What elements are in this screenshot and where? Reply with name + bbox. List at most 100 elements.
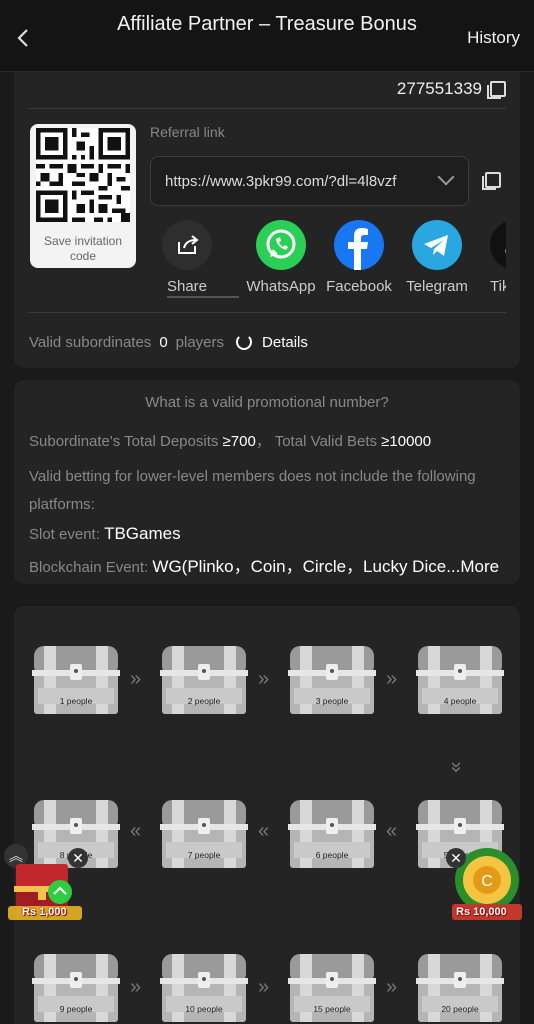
exclusion-line-2: platforms:: [29, 496, 95, 513]
save-invitation-code-button[interactable]: Save invitation code: [30, 124, 136, 268]
rules-title: What is a valid promotional number?: [145, 394, 389, 411]
valid-subordinates-count: 0: [159, 333, 168, 351]
qr-code-icon: [36, 128, 130, 222]
arrow-right-icon: »: [386, 668, 397, 690]
share-options: Share WhatsApp Facebook Telegram Tikt: [154, 218, 506, 302]
blockchain-event-label: Blockchain Event:: [29, 559, 149, 576]
chest-icon: [288, 800, 376, 868]
treasure-chest[interactable]: 6 people: [286, 796, 378, 872]
whatsapp-icon: [256, 220, 306, 270]
facebook-icon: [334, 220, 384, 270]
deposit-label: Subordinate's Total Deposits: [29, 433, 219, 450]
arrow-left-icon: «: [386, 820, 397, 842]
exclusion-line-1: Valid betting for lower-level members do…: [29, 468, 476, 485]
chest-label: 3 people: [315, 696, 349, 706]
chest-label: 2 people: [187, 696, 221, 706]
treasure-chest[interactable]: 9 people: [30, 950, 122, 1024]
share-icon: [162, 220, 212, 270]
chest-label: 20 people: [441, 1004, 479, 1014]
arrow-right-icon: »: [130, 976, 141, 998]
slot-event-line: Slot event: TBGames: [29, 524, 181, 544]
deposit-value: ≥700: [222, 433, 256, 450]
svg-text:C: C: [481, 873, 493, 890]
user-id-row: 277551339: [397, 76, 506, 102]
telegram-icon: [412, 220, 462, 270]
rules-card: What is a valid promotional number? Subo…: [14, 380, 520, 584]
treasure-chests-card: 1 people » 2 people » 3 people » 4 peopl…: [14, 606, 520, 1024]
slot-event-value: TBGames: [104, 524, 181, 543]
telegram-share-button[interactable]: Telegram: [398, 218, 476, 302]
divider: [28, 312, 506, 313]
copy-link-icon[interactable]: [482, 172, 501, 190]
arrow-right-icon: »: [258, 668, 269, 690]
chevron-down-icon: [437, 168, 455, 186]
page-title: Affiliate Partner – Treasure Bonus: [117, 13, 417, 35]
more-link[interactable]: ...More: [446, 557, 499, 576]
chest-label: 6 people: [315, 850, 349, 860]
bets-value: ≥10000: [381, 433, 432, 450]
blockchain-event-line: Blockchain Event: WG(Plinko，Coin，Circle，…: [29, 552, 499, 577]
chest-label: 10 people: [185, 1004, 223, 1014]
details-button[interactable]: Details: [236, 334, 308, 351]
share-label: Share: [166, 278, 208, 295]
tiktok-icon: [490, 220, 506, 270]
tiktok-label: Tikt: [490, 278, 506, 295]
arrow-down-icon: »: [445, 761, 468, 770]
chest-label: 4 people: [443, 696, 477, 706]
referral-link-value: https://www.3pkr99.com/?dl=4l8vzf: [165, 173, 397, 190]
invite-card: 277551339 Save invitation code Referral …: [14, 72, 520, 368]
facebook-share-button[interactable]: Facebook: [320, 218, 398, 302]
save-invitation-code-label: Save invitation code: [43, 234, 123, 263]
back-chevron-icon[interactable]: [12, 24, 36, 52]
chest-icon: [32, 646, 120, 714]
bets-label: Total Valid Bets: [274, 433, 377, 450]
treasure-chest[interactable]: 3 people: [286, 642, 378, 718]
refresh-icon: [236, 334, 253, 350]
treasure-chest[interactable]: 10 people: [158, 950, 250, 1024]
blockchain-event-value: WG(Plinko，Coin，Circle，Lucky Dice: [152, 557, 447, 576]
chest-label: 1 people: [59, 696, 93, 706]
chest-icon: [160, 646, 248, 714]
tiktok-share-button[interactable]: Tikt: [476, 218, 506, 302]
chest-icon: [288, 646, 376, 714]
history-button[interactable]: History: [467, 28, 520, 48]
chest-icon: [416, 646, 504, 714]
telegram-label: Telegram: [406, 278, 468, 295]
valid-subordinates-label: Valid subordinates: [29, 333, 152, 351]
close-right-promo-icon[interactable]: ✕: [446, 848, 466, 868]
arrow-left-icon: «: [130, 820, 141, 842]
players-label: players: [175, 333, 225, 351]
close-left-promo-icon[interactable]: ✕: [68, 848, 88, 868]
divider: [28, 108, 506, 109]
arrow-left-icon: «: [258, 820, 269, 842]
treasure-chest[interactable]: 2 people: [158, 642, 250, 718]
whatsapp-share-button[interactable]: WhatsApp: [242, 218, 320, 302]
referral-link-select[interactable]: https://www.3pkr99.com/?dl=4l8vzf: [150, 156, 469, 206]
treasure-chest[interactable]: 20 people: [414, 950, 506, 1024]
chest-label: 9 people: [59, 1004, 93, 1014]
facebook-label: Facebook: [326, 278, 392, 295]
arrow-right-icon: »: [258, 976, 269, 998]
treasure-chest[interactable]: 7 people: [158, 796, 250, 872]
chest-label: 15 people: [313, 1004, 351, 1014]
user-id: 277551339: [396, 79, 482, 98]
arrow-right-icon: »: [386, 976, 397, 998]
treasure-chest[interactable]: 4 people: [414, 642, 506, 718]
chest-icon: [160, 800, 248, 868]
valid-subordinates-row: Valid subordinates 0 players Details: [29, 330, 308, 354]
arrow-right-icon: »: [130, 668, 141, 690]
slot-event-label: Slot event:: [29, 526, 100, 543]
referral-link-label: Referral link: [150, 124, 225, 140]
details-label: Details: [262, 333, 308, 351]
left-promo-amount: Rs 1,000: [22, 906, 67, 918]
right-promo-amount: Rs 10,000: [456, 906, 507, 918]
treasure-chest[interactable]: 1 people: [30, 642, 122, 718]
copy-id-icon[interactable]: [487, 81, 506, 99]
requirements-line: Subordinate's Total Deposits ≥700， Total…: [29, 433, 432, 450]
treasure-chest[interactable]: 15 people: [286, 950, 378, 1024]
chest-label: 7 people: [187, 850, 221, 860]
whatsapp-label: WhatsApp: [246, 278, 316, 295]
top-header: Affiliate Partner – Treasure Bonus Histo…: [0, 0, 534, 72]
share-button[interactable]: Share: [154, 218, 226, 302]
share-selected-indicator: [167, 296, 239, 298]
